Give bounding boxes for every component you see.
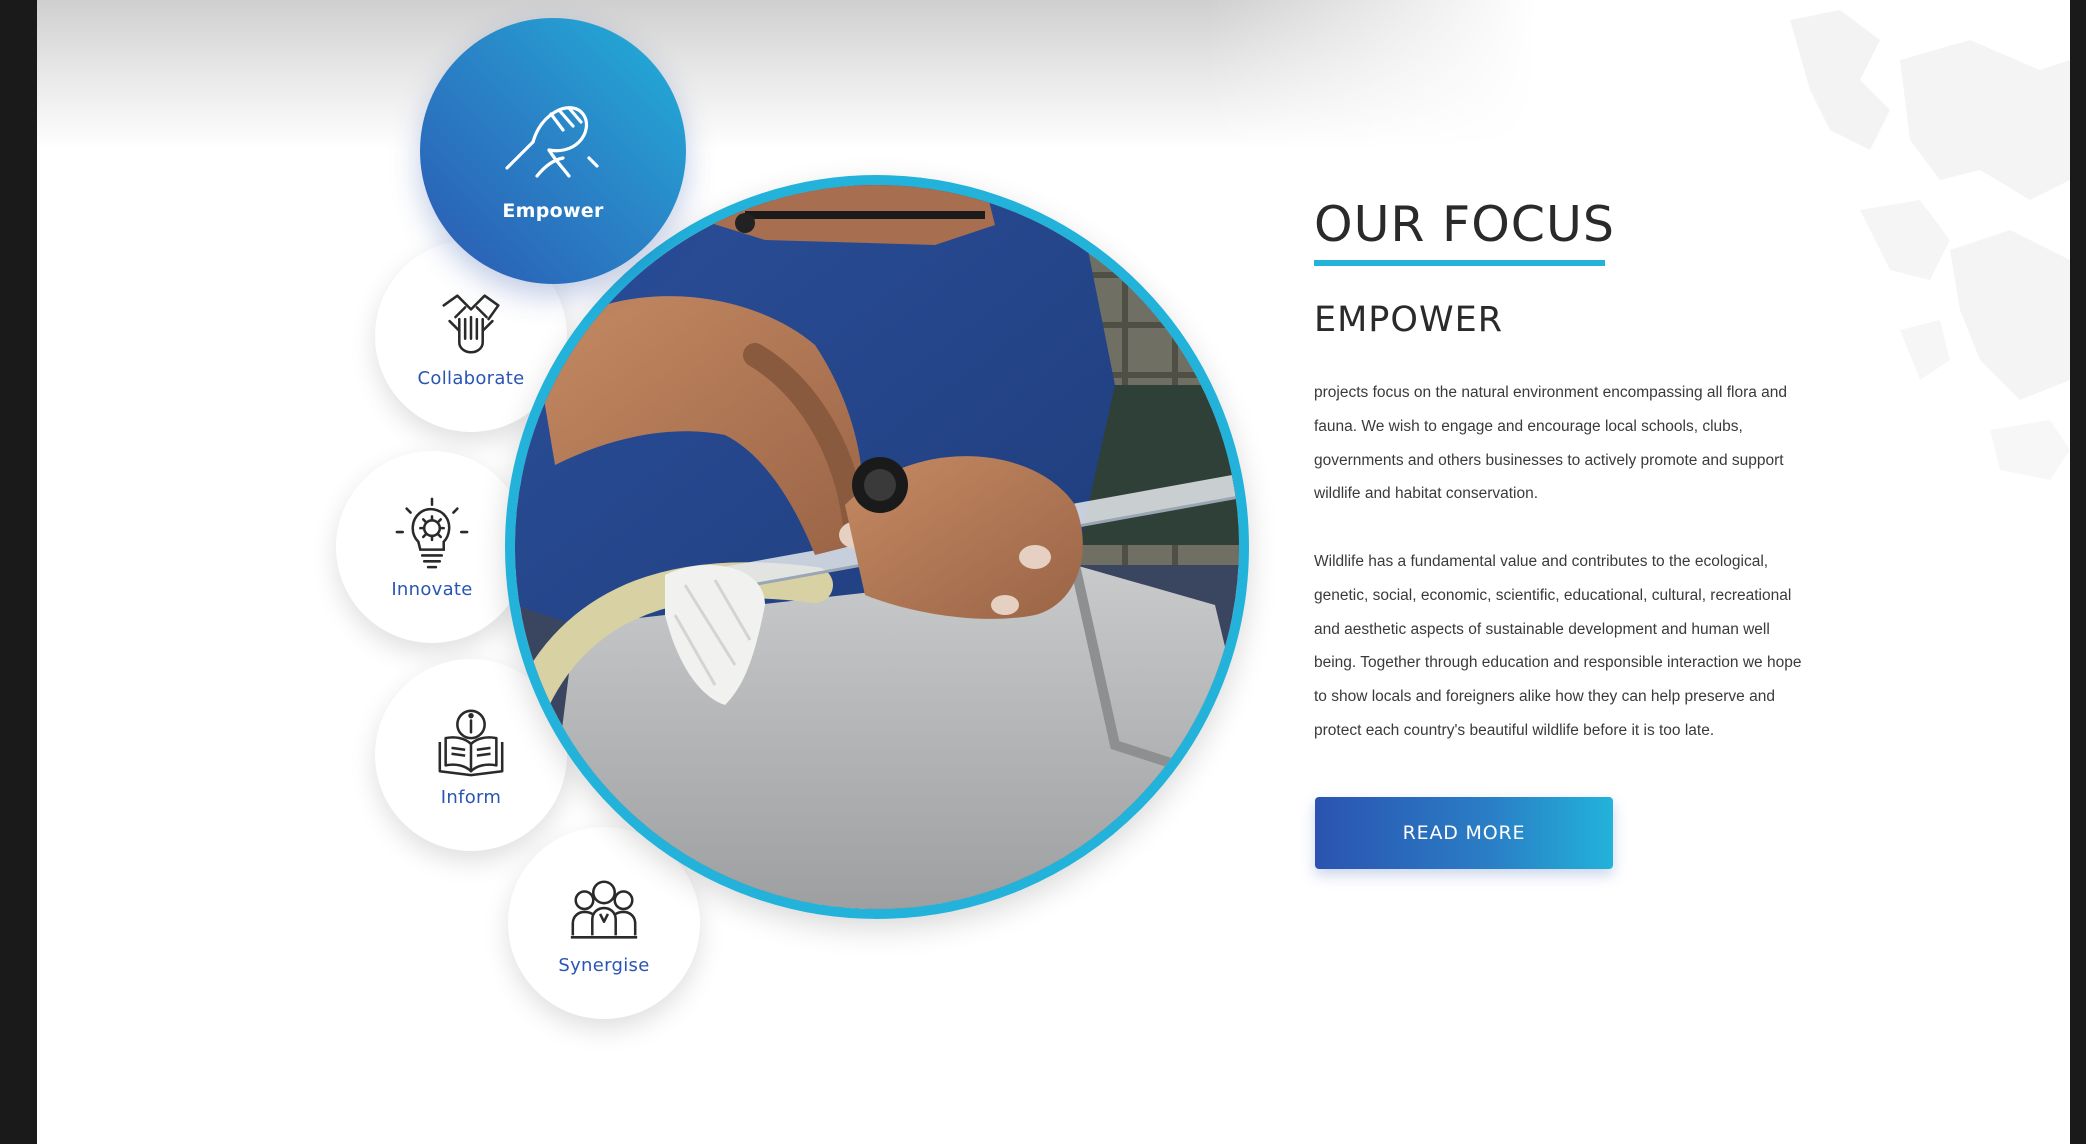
focus-item-label: Empower <box>502 200 604 222</box>
page-frame: Empower Collaborate Innovate Inform Syne… <box>37 0 2070 1144</box>
team-group-icon <box>570 879 638 939</box>
arm-wrestle-icon <box>505 106 599 178</box>
lightbulb-gear-icon <box>395 497 469 568</box>
title-underline <box>1314 260 1605 266</box>
focus-item-empower[interactable]: Empower <box>420 18 686 284</box>
focus-item-innovate[interactable]: Innovate <box>336 451 528 643</box>
top-shadow-band <box>37 0 1537 150</box>
book-info-icon <box>438 709 504 776</box>
focus-item-label: Innovate <box>391 578 473 600</box>
photo-hands-with-tube <box>515 185 1239 909</box>
stacked-hands-icon <box>442 293 500 354</box>
focus-item-label: Synergise <box>558 954 650 976</box>
focus-item-label: Inform <box>440 786 502 808</box>
focus-item-label: Collaborate <box>417 367 525 389</box>
description-paragraph-2: Wildlife has a fundamental value and con… <box>1314 553 1802 739</box>
description-paragraph-1: projects focus on the natural environmen… <box>1314 384 1788 503</box>
read-more-button[interactable]: READ MORE <box>1315 797 1613 869</box>
section-title: OUR FOCUS <box>1314 196 1615 253</box>
section-subtitle: EMPOWER <box>1314 300 1504 340</box>
focus-photo <box>505 175 1249 919</box>
